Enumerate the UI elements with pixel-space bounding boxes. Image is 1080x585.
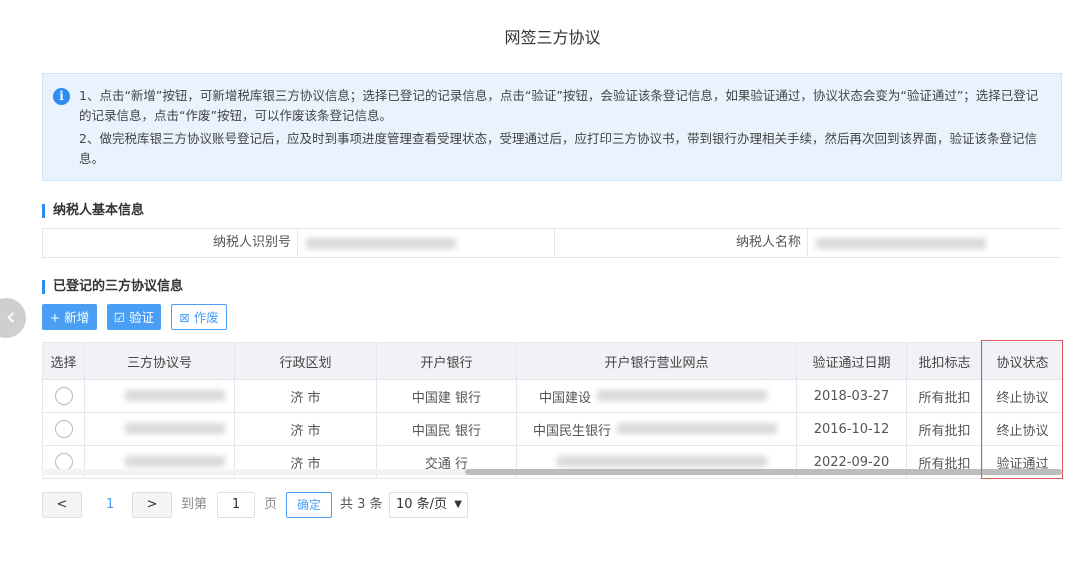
region-cell: 济 市 [234, 379, 377, 413]
chevron-left-icon: < [56, 497, 68, 512]
verify-date-cell: 2018-03-27 [796, 379, 907, 413]
row-radio[interactable] [42, 412, 85, 446]
page-size-value: 10 条/页 [396, 497, 448, 512]
table-row[interactable]: 济 市 中国建 银行 中国建设 2018-03-27 所有批扣 终止协议 [42, 379, 1063, 413]
void-button[interactable]: ⊠ 作废 [171, 304, 227, 330]
chevron-right-icon: > [146, 497, 158, 512]
agreements-table: 选择 三方协议号 行政区划 开户银行 开户银行营业网点 验证通过日期 批扣标志 … [42, 342, 1063, 479]
deduct-flag-cell: 所有批扣 [906, 379, 983, 413]
status-cell: 终止协议 [982, 412, 1063, 446]
table-header-row: 选择 三方协议号 行政区划 开户银行 开户银行营业网点 验证通过日期 批扣标志 … [42, 342, 1063, 380]
notice-line-1: 1、点击“新增”按钮，可新增税库银三方协议信息；选择已登记的记录信息，点击“验证… [79, 88, 1039, 123]
branch-cell: 中国民生银行 [516, 412, 797, 446]
taxpayer-id-label: 纳税人识别号 [212, 235, 291, 250]
taxpayer-section-heading: 纳税人基本信息 [42, 204, 144, 218]
branch-text: 中国建设 [539, 390, 592, 406]
branch-cell: 中国建设 [516, 379, 797, 413]
header-verify-date: 验证通过日期 [796, 342, 907, 380]
total-count: 共 3 条 [340, 497, 383, 512]
taxpayer-id-value [297, 229, 555, 257]
confirm-button[interactable]: 确定 [286, 492, 332, 518]
header-branch: 开户银行营业网点 [516, 342, 797, 380]
current-page[interactable]: 1 [106, 492, 114, 518]
taxpayer-info-row: 纳税人识别号 纳税人名称 [42, 228, 1063, 258]
row-radio[interactable] [42, 379, 85, 413]
agreement-no-cell [84, 379, 235, 413]
page-number-input[interactable]: 1 [217, 492, 255, 518]
verify-date-cell: 2016-10-12 [796, 412, 907, 446]
table-row[interactable]: 济 市 中国民 银行 中国民生银行 2016-10-12 所有批扣 终止协议 [42, 412, 1063, 446]
notice-line-2: 2、做完税库银三方协议账号登记后，应及时到事项进度管理查看受理状态，受理通过后，… [79, 131, 1037, 166]
page-size-select[interactable]: 10 条/页 ▼ [389, 492, 468, 518]
next-page-button[interactable]: > [132, 492, 172, 518]
notice-panel: i 1、点击“新增”按钮，可新增税库银三方协议信息；选择已登记的记录信息，点击“… [42, 73, 1062, 181]
info-icon: i [53, 88, 70, 105]
header-bank: 开户银行 [376, 342, 517, 380]
header-status: 协议状态 [982, 342, 1063, 380]
page-title: 网签三方协议 [504, 28, 601, 47]
bank-cell: 中国民 银行 [376, 412, 517, 446]
bank-cell: 中国建 银行 [376, 379, 517, 413]
radio-icon[interactable] [54, 420, 73, 438]
horizontal-scrollbar-thumb[interactable] [465, 469, 1062, 475]
goto-label: 到第 [181, 497, 208, 512]
agreement-no-cell [84, 412, 235, 446]
header-deduct-flag: 批扣标志 [906, 342, 983, 380]
agreements-section-heading: 已登记的三方协议信息 [42, 280, 183, 294]
collapse-arrow-icon[interactable]: ‹ [0, 298, 26, 338]
page-suffix: 页 [264, 497, 278, 512]
chevron-down-icon: ▼ [454, 499, 462, 510]
radio-icon[interactable] [54, 387, 73, 405]
deduct-flag-cell: 所有批扣 [906, 412, 983, 446]
taxpayer-name-value [807, 229, 1063, 257]
add-button[interactable]: + 新增 [42, 304, 97, 330]
status-cell: 终止协议 [982, 379, 1063, 413]
taxpayer-name-label: 纳税人名称 [735, 235, 801, 250]
header-agreement-no: 三方协议号 [84, 342, 235, 380]
prev-page-button[interactable]: < [42, 492, 82, 518]
branch-text: 中国民生银行 [533, 423, 612, 439]
region-cell: 济 市 [234, 412, 377, 446]
verify-button[interactable]: ☑ 验证 [107, 304, 161, 330]
header-region: 行政区划 [234, 342, 377, 380]
header-select: 选择 [42, 342, 85, 380]
